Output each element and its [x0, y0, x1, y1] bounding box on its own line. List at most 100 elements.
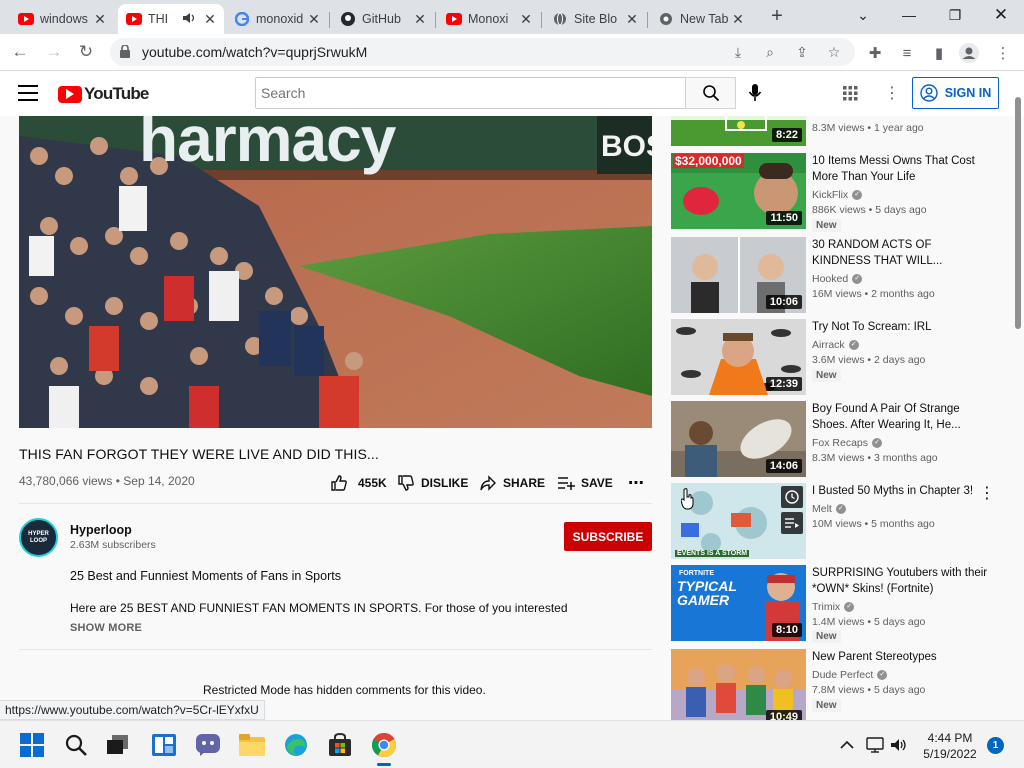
- recommendation-item[interactable]: 12:39 Try Not To Scream: IRL Airrack ✓ 3.…: [671, 319, 1001, 397]
- page-scrollbar[interactable]: [1015, 97, 1021, 329]
- restore-button[interactable]: ❐: [932, 0, 978, 30]
- video-action-menu-icon[interactable]: ⋮: [979, 483, 995, 503]
- close-icon[interactable]: ✕: [624, 11, 640, 28]
- url-text[interactable]: youtube.com/watch?v=quprjSrwukM: [142, 44, 367, 60]
- like-button[interactable]: 455K: [330, 472, 387, 494]
- media-control-icon[interactable]: ≡: [896, 42, 918, 64]
- recommendation-item[interactable]: 14:06 Boy Found A Pair Of Strange Shoes.…: [671, 401, 1001, 479]
- video-thumbnail[interactable]: 12:39: [671, 319, 806, 395]
- network-icon[interactable]: [864, 731, 886, 759]
- video-thumbnail[interactable]: FORTNITE TYPICAL GAMER 8:10: [671, 565, 806, 641]
- recommendation-item[interactable]: 10:06 30 RANDOM ACTS OF KINDNESS THAT WI…: [671, 237, 1001, 315]
- tab-3[interactable]: GitHub ✕: [332, 4, 436, 34]
- video-title[interactable]: SURPRISING Youtubers with their *OWN* Sk…: [812, 565, 992, 597]
- dislike-button[interactable]: DISLIKE: [397, 472, 468, 494]
- notification-badge[interactable]: 1: [987, 737, 1004, 754]
- new-tab-button[interactable]: +: [766, 6, 788, 28]
- task-view-icon[interactable]: [104, 731, 132, 759]
- back-button[interactable]: ←: [6, 38, 34, 66]
- video-thumbnail[interactable]: $32,000,000 11:50: [671, 153, 806, 229]
- reload-button[interactable]: ↻: [72, 38, 100, 66]
- minimize-button[interactable]: —: [886, 0, 932, 30]
- video-thumbnail[interactable]: 10:49: [671, 649, 806, 720]
- share-icon[interactable]: ⇪: [792, 42, 812, 62]
- address-bar[interactable]: youtube.com/watch?v=quprjSrwukM ⤓ ⌕ ⇪ ☆: [110, 38, 855, 66]
- forward-button[interactable]: →: [40, 38, 68, 66]
- volume-icon[interactable]: [888, 731, 910, 759]
- tab-0[interactable]: windows ✕: [10, 4, 116, 34]
- channel-name[interactable]: Trimix ✓: [812, 601, 855, 613]
- close-icon[interactable]: ✕: [92, 11, 108, 28]
- search-field[interactable]: [255, 77, 686, 109]
- save-button[interactable]: SAVE: [557, 472, 613, 494]
- video-thumbnail[interactable]: 10:06: [671, 237, 806, 313]
- channel-name[interactable]: Hooked ✓: [812, 273, 863, 285]
- video-title[interactable]: New Parent Stereotypes: [812, 649, 992, 665]
- side-panel-icon[interactable]: ▮: [928, 42, 950, 64]
- video-title[interactable]: I Busted 50 Myths in Chapter 3!: [812, 483, 992, 499]
- video-thumbnail[interactable]: 14:06: [671, 401, 806, 477]
- file-explorer-icon[interactable]: [238, 731, 266, 759]
- video-title[interactable]: Try Not To Scream: IRL: [812, 319, 992, 335]
- close-window-button[interactable]: ✕: [978, 0, 1024, 30]
- channel-name[interactable]: Dude Perfect ✓: [812, 669, 888, 681]
- microphone-icon[interactable]: [748, 83, 762, 108]
- system-clock[interactable]: 4:44 PM 5/19/2022: [910, 730, 990, 762]
- close-icon[interactable]: ✕: [730, 11, 746, 28]
- channel-name[interactable]: Hyperloop: [70, 523, 132, 537]
- extensions-icon[interactable]: ✚: [864, 42, 886, 64]
- search-button[interactable]: [685, 77, 736, 109]
- settings-menu-icon[interactable]: ⋮: [884, 83, 900, 103]
- windows-start-icon[interactable]: [18, 731, 46, 759]
- recommendation-item[interactable]: $32,000,000 11:50 10 Items Messi Owns Th…: [671, 153, 1001, 232]
- tab-4[interactable]: Monoxi ✕: [438, 4, 542, 34]
- tab-6[interactable]: New Tab ✕: [650, 4, 754, 34]
- more-actions-icon[interactable]: ⋯: [628, 472, 644, 494]
- share-button[interactable]: SHARE: [479, 472, 545, 494]
- close-icon[interactable]: ✕: [202, 11, 218, 28]
- chevron-up-icon[interactable]: [836, 731, 858, 759]
- close-icon[interactable]: ✕: [518, 11, 534, 28]
- menu-icon[interactable]: [18, 85, 38, 101]
- recommendation-item[interactable]: 8:22 8.3M views • 1 year ago: [671, 116, 1001, 146]
- speaker-icon[interactable]: [182, 12, 196, 27]
- channel-name[interactable]: Melt ✓: [812, 503, 846, 515]
- microsoft-store-icon[interactable]: [326, 731, 354, 759]
- video-title[interactable]: 10 Items Messi Owns That Cost More Than …: [812, 153, 992, 185]
- video-thumbnail[interactable]: 8:22: [671, 116, 806, 146]
- video-player[interactable]: harmacy BOS: [19, 116, 652, 428]
- widgets-icon[interactable]: [150, 731, 178, 759]
- tab-1[interactable]: THI ✕: [118, 4, 224, 34]
- tab-search-button[interactable]: ⌄: [840, 0, 886, 30]
- edge-browser-icon[interactable]: [282, 731, 310, 759]
- sign-in-button[interactable]: SIGN IN: [912, 77, 999, 109]
- lock-icon[interactable]: [120, 44, 130, 63]
- channel-name[interactable]: Airrack ✓: [812, 339, 859, 351]
- chrome-taskbar-icon[interactable]: [370, 731, 398, 759]
- zoom-icon[interactable]: ⌕: [760, 42, 780, 62]
- recommendation-item[interactable]: 10:49 New Parent Stereotypes Dude Perfec…: [671, 649, 1001, 720]
- video-title[interactable]: 30 RANDOM ACTS OF KINDNESS THAT WILL...: [812, 237, 992, 269]
- tab-2[interactable]: monoxid ✕: [226, 4, 330, 34]
- channel-avatar[interactable]: HYPER LOOP: [19, 518, 58, 557]
- recommendation-item[interactable]: FORTNITE TYPICAL GAMER 8:10 SURPRISING Y…: [671, 565, 1001, 643]
- install-icon[interactable]: ⤓: [728, 42, 748, 62]
- profile-icon[interactable]: [958, 42, 980, 64]
- tab-5[interactable]: Site Blo ✕: [544, 4, 648, 34]
- search-icon[interactable]: [62, 731, 90, 759]
- search-input[interactable]: [256, 78, 685, 108]
- close-icon[interactable]: ✕: [412, 11, 428, 28]
- close-icon[interactable]: ✕: [306, 11, 322, 28]
- bookmark-star-icon[interactable]: ☆: [824, 42, 844, 62]
- show-more-button[interactable]: SHOW MORE: [70, 622, 142, 634]
- apps-grid-icon[interactable]: [843, 86, 858, 106]
- channel-name[interactable]: KickFlix ✓: [812, 189, 863, 201]
- add-to-queue-icon[interactable]: [781, 512, 803, 534]
- recommendation-item[interactable]: EVENTS IS A STORM I Busted 50 Myths in C…: [671, 483, 1001, 561]
- teams-chat-icon[interactable]: [194, 731, 222, 759]
- youtube-logo[interactable]: YouTube: [58, 84, 149, 104]
- subscribe-button[interactable]: SUBSCRIBE: [564, 522, 652, 551]
- channel-name[interactable]: Fox Recaps ✓: [812, 437, 883, 449]
- video-title[interactable]: Boy Found A Pair Of Strange Shoes. After…: [812, 401, 992, 433]
- chrome-menu-icon[interactable]: ⋮: [992, 42, 1014, 64]
